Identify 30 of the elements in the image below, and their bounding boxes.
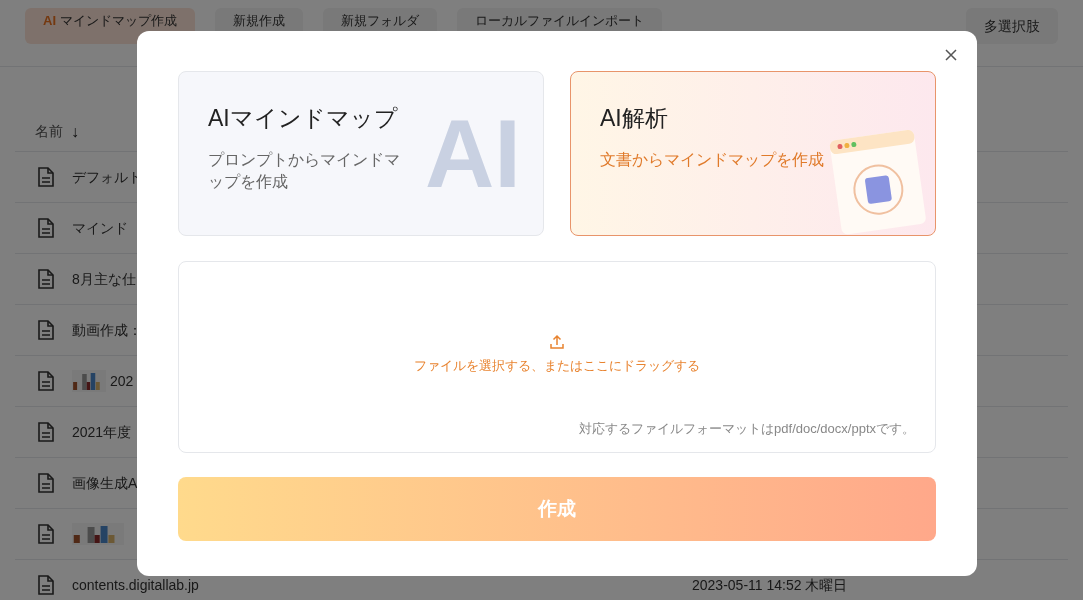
document-icon [37,575,55,595]
column-header[interactable]: 名前 [35,121,63,142]
option-card[interactable]: AI解析 文書からマインドマップを作成 [570,71,936,236]
document-icon [37,473,55,493]
document-icon [37,167,55,187]
card-description: 文書からマインドマップを作成 [600,149,825,170]
file-name[interactable]: 202 [110,370,134,392]
file-date: 2023-05-11 14:52 木曜日 [692,575,848,595]
card-title: AI解析 [600,104,669,133]
card-description: プロンプトからマインドマップを作成 [208,149,401,193]
file-name[interactable]: マインド [72,217,128,239]
sort-arrow[interactable]: ↓ [71,119,79,144]
ai-label: AI [43,13,56,28]
file-name[interactable]: 画像生成A [72,472,138,494]
document-icon [37,422,55,442]
document-icon [37,371,55,391]
upload-area[interactable]: ファイルを選択する、またはここにドラッグする 対応するファイルフォーマットはpdf/doc/docx/pptxです。 [178,261,936,453]
file-name[interactable]: 2021年度 [72,421,132,443]
upload-icon [549,334,565,350]
document-icon [37,269,55,289]
format-note: 対応するファイルフォーマットはpdf/doc/docx/pptxです。 [579,419,915,438]
close-icon[interactable] [943,47,959,63]
upload-prompt[interactable]: ファイルを選択する、またはここにドラッグする [414,356,700,376]
file-name[interactable]: contents.digitallab.jp [72,574,199,596]
document-icon [37,320,55,340]
document-icon [37,524,55,544]
multi-select-button[interactable]: 多選択肢 [966,8,1058,44]
card-title: AIマインドマップ [208,104,399,133]
document-icon [37,218,55,238]
file-name[interactable]: 8月主な仕 [72,268,136,290]
